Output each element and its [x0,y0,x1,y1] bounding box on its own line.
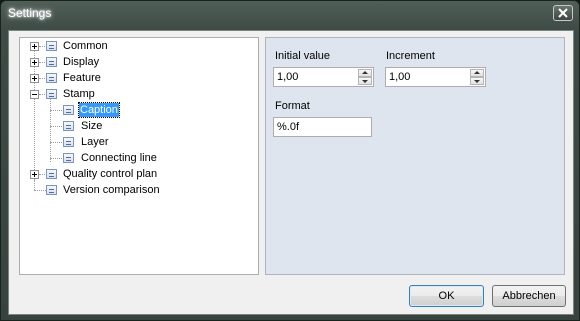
initial-value-text[interactable]: 1,00 [277,71,298,83]
tree-item-common[interactable]: Common [20,38,258,54]
tree-item-label: Feature [63,72,101,84]
initial-value-spinner[interactable]: 1,00 [273,67,374,87]
tree-item-label: Display [63,56,100,68]
increment-spinner[interactable]: 1,00 [385,67,486,87]
tree-item-caption[interactable]: Caption [20,102,258,118]
format-value-text[interactable]: %.0f [277,121,299,133]
close-button[interactable] [553,5,573,21]
spin-down-button[interactable] [358,77,372,85]
dialog-client-area: Common Display Feature Stamp Caption Siz… [8,30,574,315]
settings-node-icon [46,185,57,195]
tree-item-label: Quality control plan [63,168,158,180]
tree-connector [39,62,45,63]
tree-item-quality-control-plan[interactable]: Quality control plan [20,166,258,182]
collapse-minus-icon[interactable] [30,90,39,99]
settings-node-icon [63,121,74,131]
spinner-buttons [358,69,372,85]
title-bar[interactable]: Settings [1,1,579,27]
tree-item-connecting-line[interactable]: Connecting line [20,150,258,166]
spin-up-button[interactable] [470,69,484,77]
tree-item-label: Connecting line [81,152,157,164]
tree-connector [50,126,62,127]
settings-node-icon [46,89,57,99]
tree-item-label: Version comparison [63,184,160,196]
settings-node-icon [46,73,57,83]
increment-value-text[interactable]: 1,00 [389,71,410,83]
settings-node-icon [63,137,74,147]
tree-connector [39,78,45,79]
expand-plus-icon[interactable] [30,58,39,67]
settings-node-icon [46,57,57,67]
caption-settings-panel: Initial value 1,00 Increment 1,00 Format… [265,37,565,275]
expand-plus-icon[interactable] [30,170,39,179]
tree-item-layer[interactable]: Layer [20,134,258,150]
tree-connector [39,46,45,47]
settings-node-icon [46,169,57,179]
tree-item-label: Common [63,40,108,52]
tree-item-label: Layer [81,136,109,148]
tree-item-label: Caption [78,102,120,118]
settings-dialog: Settings Common Display Feature Stamp Ca… [0,0,580,321]
spin-down-button[interactable] [470,77,484,85]
tree-connector [39,94,45,95]
cancel-button[interactable]: Abbrechen [492,285,566,307]
ok-button[interactable]: OK [409,285,484,307]
format-field[interactable]: %.0f [273,117,372,137]
tree-connector [50,110,62,111]
tree-connector [50,158,62,159]
tree-item-version-comparison[interactable]: Version comparison [20,182,258,198]
settings-node-icon [63,153,74,163]
spinner-buttons [470,69,484,85]
expand-plus-icon[interactable] [30,42,39,51]
settings-node-icon [46,41,57,51]
tree-item-label: Stamp [63,88,95,100]
tree-item-stamp[interactable]: Stamp [20,86,258,102]
expand-plus-icon[interactable] [30,74,39,83]
tree-item-display[interactable]: Display [20,54,258,70]
tree-item-feature[interactable]: Feature [20,70,258,86]
close-icon [558,8,568,18]
tree-connector [50,142,62,143]
format-label: Format [275,100,310,112]
tree-item-label: Size [81,120,103,132]
tree-connector [39,174,45,175]
settings-tree[interactable]: Common Display Feature Stamp Caption Siz… [19,37,259,275]
spin-up-button[interactable] [358,69,372,77]
tree-item-size[interactable]: Size [20,118,258,134]
increment-label: Increment [386,50,435,62]
settings-node-icon [63,105,74,115]
initial-value-label: Initial value [275,50,331,62]
window-title: Settings [8,6,52,20]
